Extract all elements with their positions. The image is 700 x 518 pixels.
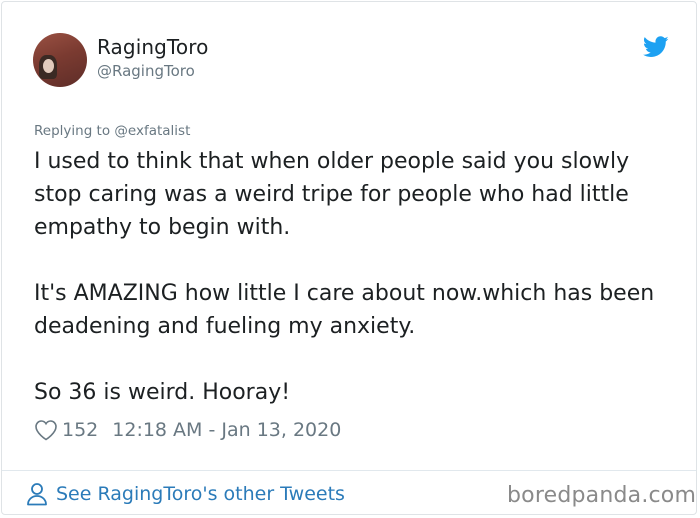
tweet-card: RagingToro @RagingToro Replying to @exfa… — [1, 1, 697, 515]
see-other-tweets-label: See RagingToro's other Tweets — [56, 483, 345, 505]
see-other-tweets-link[interactable]: See RagingToro's other Tweets — [26, 482, 345, 506]
author-display-name[interactable]: RagingToro — [97, 35, 208, 59]
tweet-paragraph-3: So 36 is weird. Hooray! — [34, 380, 291, 405]
tweet-text: I used to think that when older people s… — [34, 145, 674, 409]
heart-outline-icon[interactable] — [34, 419, 58, 441]
boredpanda-watermark: boredpanda.com — [507, 483, 697, 508]
tweet-paragraph-2: It's AMAZING how little I care about now… — [34, 281, 662, 339]
tweet-timestamp[interactable]: 12:18 AM - Jan 13, 2020 — [112, 419, 341, 441]
author-handle[interactable]: @RagingToro — [97, 62, 195, 80]
replying-to[interactable]: Replying to @exfatalist — [34, 123, 190, 139]
avatar[interactable] — [33, 33, 87, 87]
footer-divider — [2, 470, 696, 471]
likes-count[interactable]: 152 — [62, 419, 98, 441]
tweet-paragraph-spacer — [34, 244, 674, 277]
avatar-face — [43, 59, 54, 73]
tweet-paragraph-1: I used to think that when older people s… — [34, 149, 637, 240]
twitter-bird-icon[interactable] — [643, 36, 669, 58]
person-outline-icon — [27, 483, 47, 506]
tweet-meta: 152 12:18 AM - Jan 13, 2020 — [34, 419, 341, 441]
tweet-paragraph-spacer — [34, 343, 674, 376]
